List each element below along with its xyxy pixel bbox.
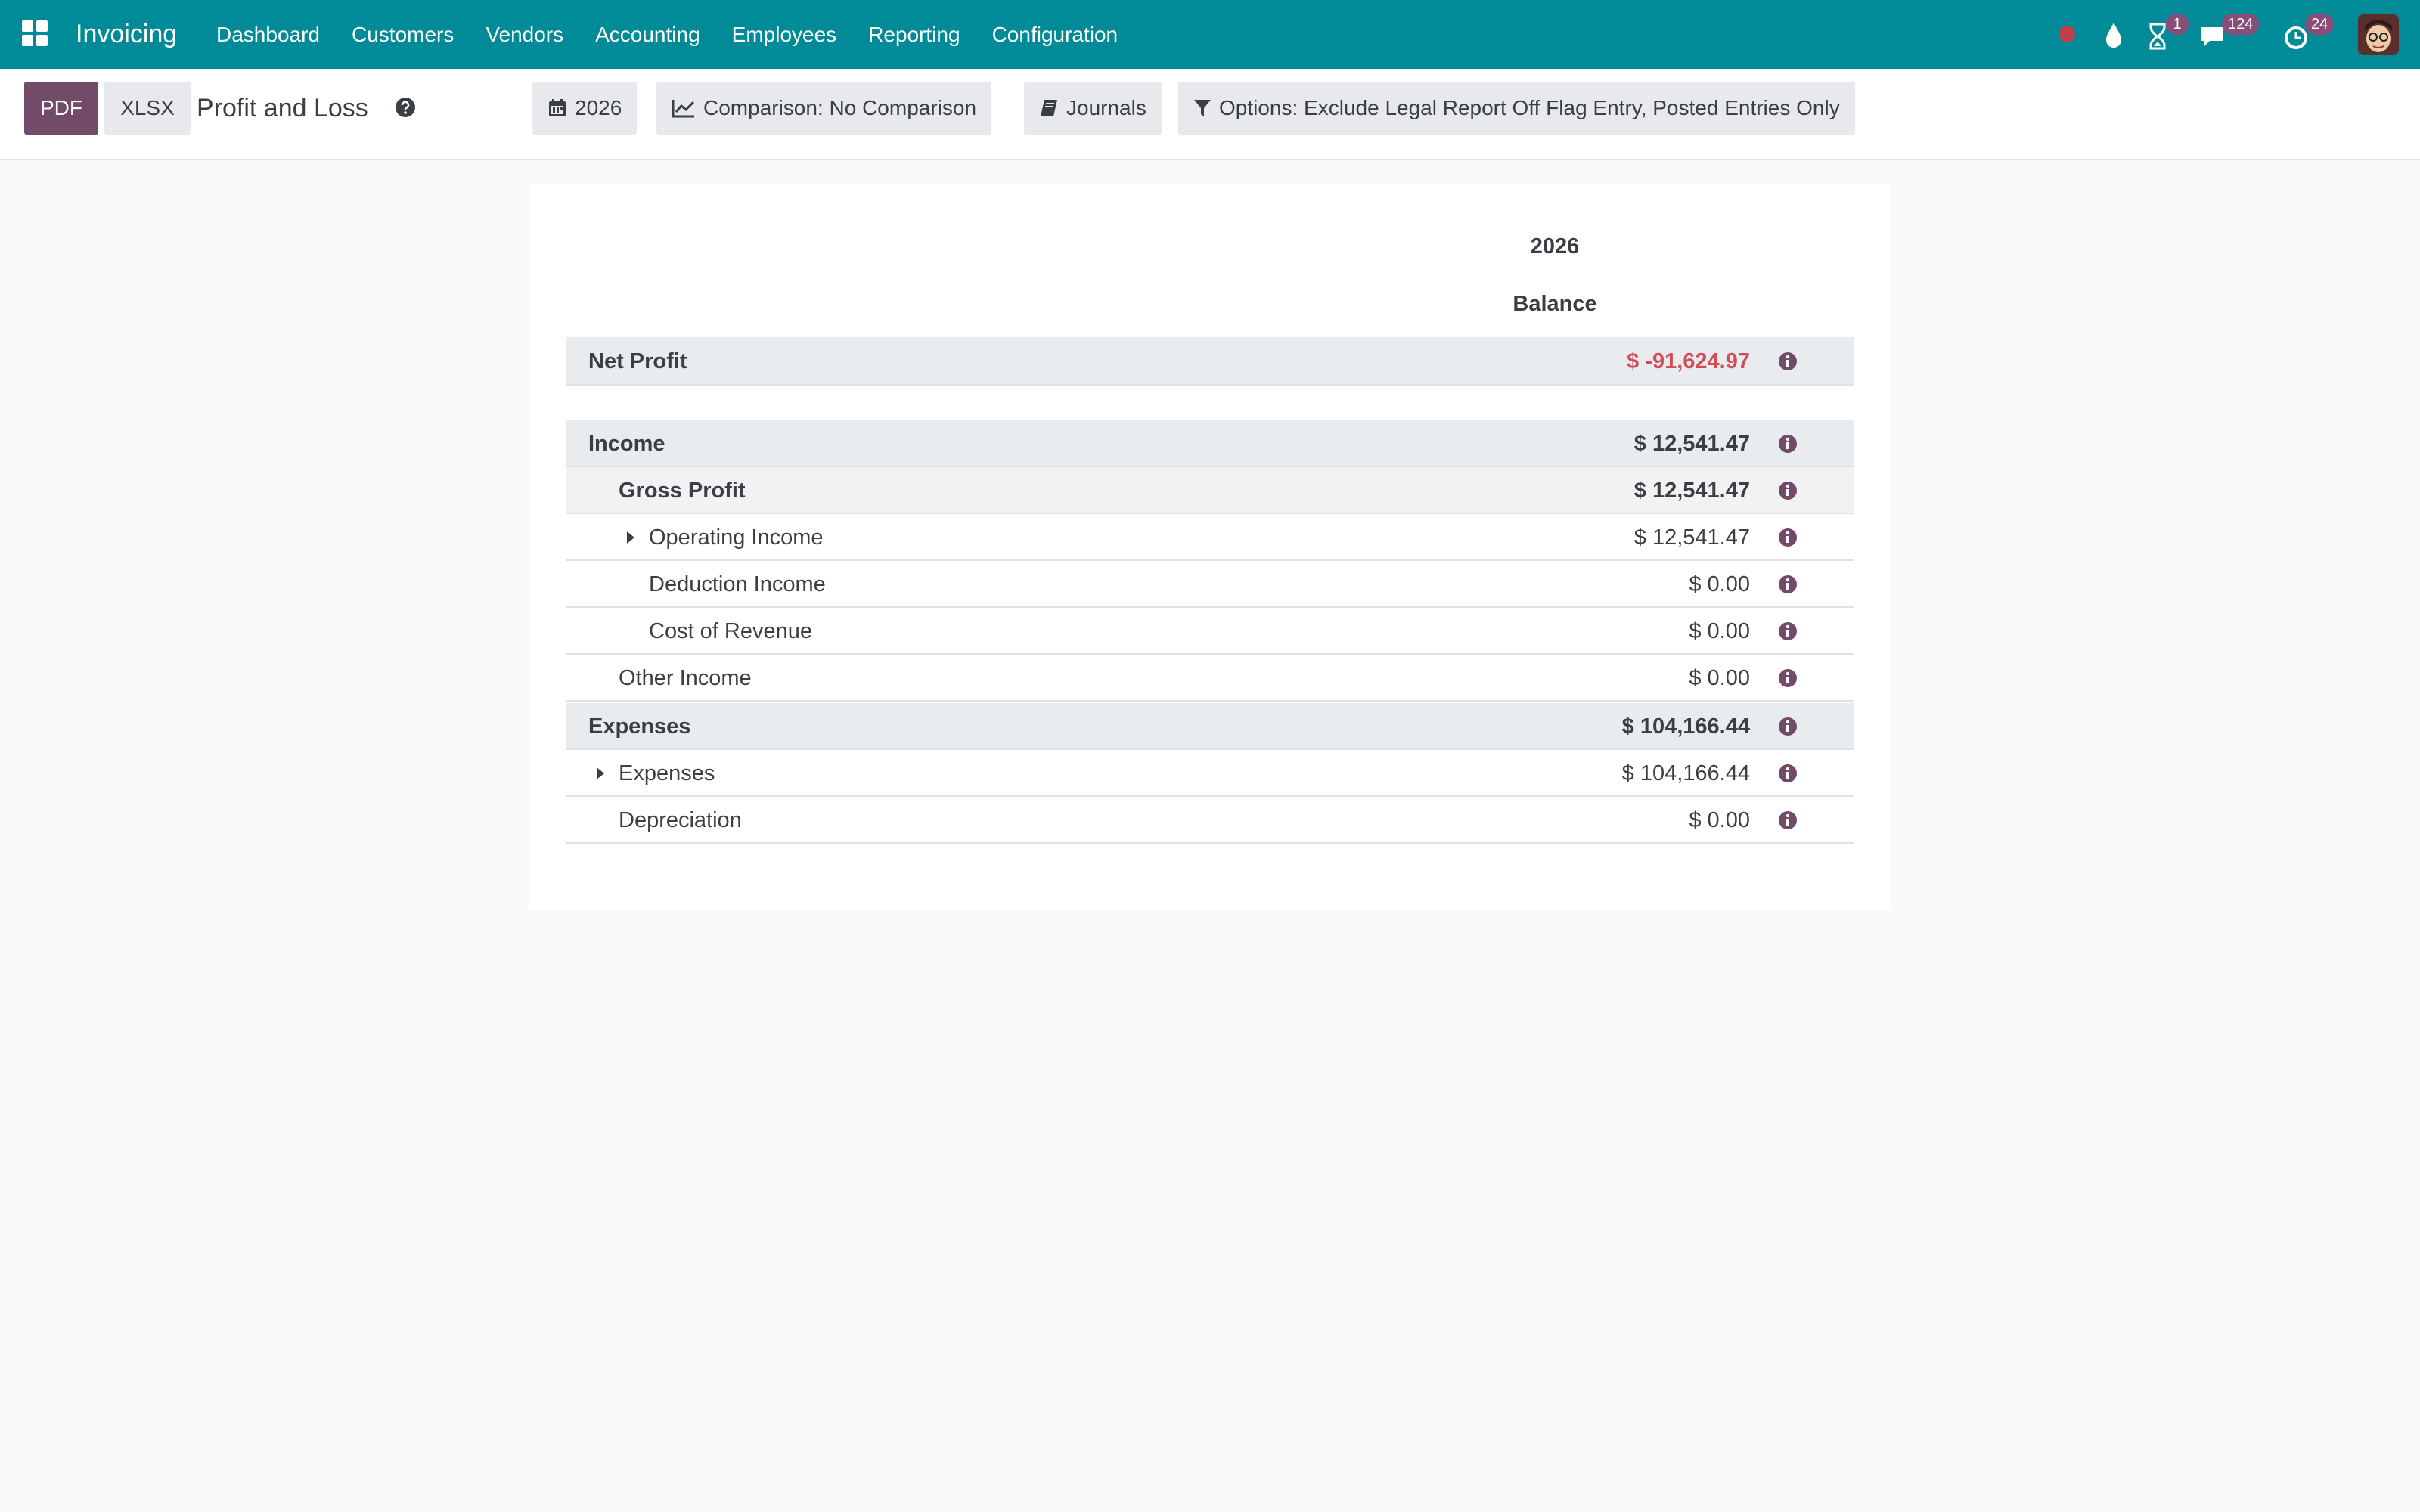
menu-item-vendors[interactable]: Vendors: [486, 0, 563, 69]
line-label: Cost of Revenue: [649, 619, 813, 643]
report-line-cost-of-revenue[interactable]: Cost of Revenue $ 0.00: [566, 608, 1854, 655]
line-amount[interactable]: $ 0.00: [1689, 608, 1750, 655]
help-icon[interactable]: [395, 97, 416, 118]
line-amount[interactable]: $ 0.00: [1689, 655, 1750, 702]
info-icon[interactable]: [1777, 810, 1798, 831]
info-icon[interactable]: [1777, 621, 1798, 642]
info-icon[interactable]: [1777, 668, 1798, 689]
messages-menu[interactable]: 124: [2198, 14, 2266, 51]
xlsx-button[interactable]: XLSX: [104, 82, 191, 135]
updates-badge: 24: [2305, 14, 2335, 35]
menu-item-customers[interactable]: Customers: [352, 0, 454, 69]
caret-right-icon[interactable]: [594, 766, 607, 781]
report-line-expenses[interactable]: Expenses $ 104,166.44: [566, 750, 1854, 797]
line-chart-icon: [672, 100, 695, 118]
line-label: Net Profit: [588, 349, 687, 373]
line-amount[interactable]: $ 0.00: [1689, 561, 1750, 608]
menu-item-reporting[interactable]: Reporting: [868, 0, 960, 69]
report-card: 2026 Balance Net Profit $ -91,624.97 Inc…: [529, 184, 1891, 910]
apps-grid-icon[interactable]: [22, 20, 48, 46]
avatar-face-icon: [2358, 14, 2399, 55]
line-amount[interactable]: $ 0.00: [1689, 797, 1750, 844]
main-menu: Dashboard Customers Vendors Accounting E…: [216, 0, 1150, 69]
messages-badge: 124: [2222, 14, 2260, 35]
info-icon[interactable]: [1777, 574, 1798, 595]
systray: 1 124 24: [1996, 0, 2420, 69]
comparison-filter-label: Comparison: No Comparison: [703, 96, 977, 119]
info-icon[interactable]: [1777, 527, 1798, 548]
info-icon[interactable]: [1777, 433, 1798, 454]
updates-menu[interactable]: 24: [2282, 14, 2343, 51]
report-line-other-income[interactable]: Other Income $ 0.00: [566, 655, 1854, 702]
info-icon[interactable]: [1777, 351, 1798, 372]
drop-icon[interactable]: [2102, 18, 2125, 51]
report-line-deduction-income[interactable]: Deduction Income $ 0.00: [566, 561, 1854, 608]
pdf-button[interactable]: PDF: [24, 82, 98, 135]
options-filter-label: Options: Exclude Legal Report Off Flag E…: [1219, 96, 1840, 119]
menu-item-configuration[interactable]: Configuration: [992, 0, 1118, 69]
line-amount[interactable]: $ -91,624.97: [1627, 337, 1750, 386]
line-label: Gross Profit: [619, 479, 746, 503]
page-title: Profit and Loss: [197, 94, 368, 122]
line-label: Expenses: [619, 761, 715, 785]
column-year-header: 2026: [1530, 234, 1580, 259]
line-amount[interactable]: $ 12,541.47: [1634, 467, 1750, 514]
record-dot-icon[interactable]: [2059, 26, 2075, 42]
comparison-filter-button[interactable]: Comparison: No Comparison: [656, 82, 992, 135]
line-label: Other Income: [619, 666, 752, 690]
line-label: Deduction Income: [649, 572, 826, 596]
column-balance-header: Balance: [1512, 292, 1597, 316]
line-amount[interactable]: $ 12,541.47: [1634, 514, 1750, 561]
caret-right-icon[interactable]: [625, 530, 637, 545]
line-label: Depreciation: [619, 808, 742, 832]
period-filter-label: 2026: [575, 96, 622, 119]
line-label: Income: [588, 432, 666, 456]
info-icon[interactable]: [1777, 763, 1798, 784]
menu-item-accounting[interactable]: Accounting: [595, 0, 700, 69]
report-line-net-profit[interactable]: Net Profit $ -91,624.97: [566, 337, 1854, 386]
info-icon[interactable]: [1777, 480, 1798, 501]
top-navbar: Invoicing Dashboard Customers Vendors Ac…: [0, 0, 2420, 69]
user-avatar[interactable]: [2358, 14, 2399, 55]
calendar-icon: [549, 99, 566, 116]
report-line-income[interactable]: Income $ 12,541.47: [566, 420, 1854, 467]
report-line-gross-profit[interactable]: Gross Profit $ 12,541.47: [566, 467, 1854, 514]
line-amount[interactable]: $ 104,166.44: [1622, 703, 1750, 750]
control-panel: PDF XLSX Profit and Loss 2026 Comparison…: [0, 69, 2420, 160]
report-line-depreciation[interactable]: Depreciation $ 0.00: [566, 797, 1854, 844]
filter-funnel-icon: [1194, 100, 1211, 116]
activity-badge: 1: [2166, 14, 2189, 35]
line-amount[interactable]: $ 12,541.47: [1634, 420, 1750, 467]
activity-menu[interactable]: 1: [2146, 14, 2192, 51]
menu-item-employees[interactable]: Employees: [732, 0, 837, 69]
report-line-expenses-section[interactable]: Expenses $ 104,166.44: [566, 703, 1854, 750]
line-label: Expenses: [588, 714, 691, 739]
app-brand[interactable]: Invoicing: [76, 0, 177, 69]
options-filter-button[interactable]: Options: Exclude Legal Report Off Flag E…: [1178, 82, 1855, 135]
info-icon[interactable]: [1777, 716, 1798, 737]
report-line-operating-income[interactable]: Operating Income $ 12,541.47: [566, 514, 1854, 561]
journals-filter-button[interactable]: Journals: [1024, 82, 1162, 135]
journals-filter-label: Journals: [1066, 96, 1146, 119]
book-icon: [1041, 100, 1057, 116]
menu-item-dashboard[interactable]: Dashboard: [216, 0, 320, 69]
line-label: Operating Income: [649, 525, 824, 550]
line-amount[interactable]: $ 104,166.44: [1622, 750, 1750, 797]
period-filter-button[interactable]: 2026: [532, 82, 638, 135]
